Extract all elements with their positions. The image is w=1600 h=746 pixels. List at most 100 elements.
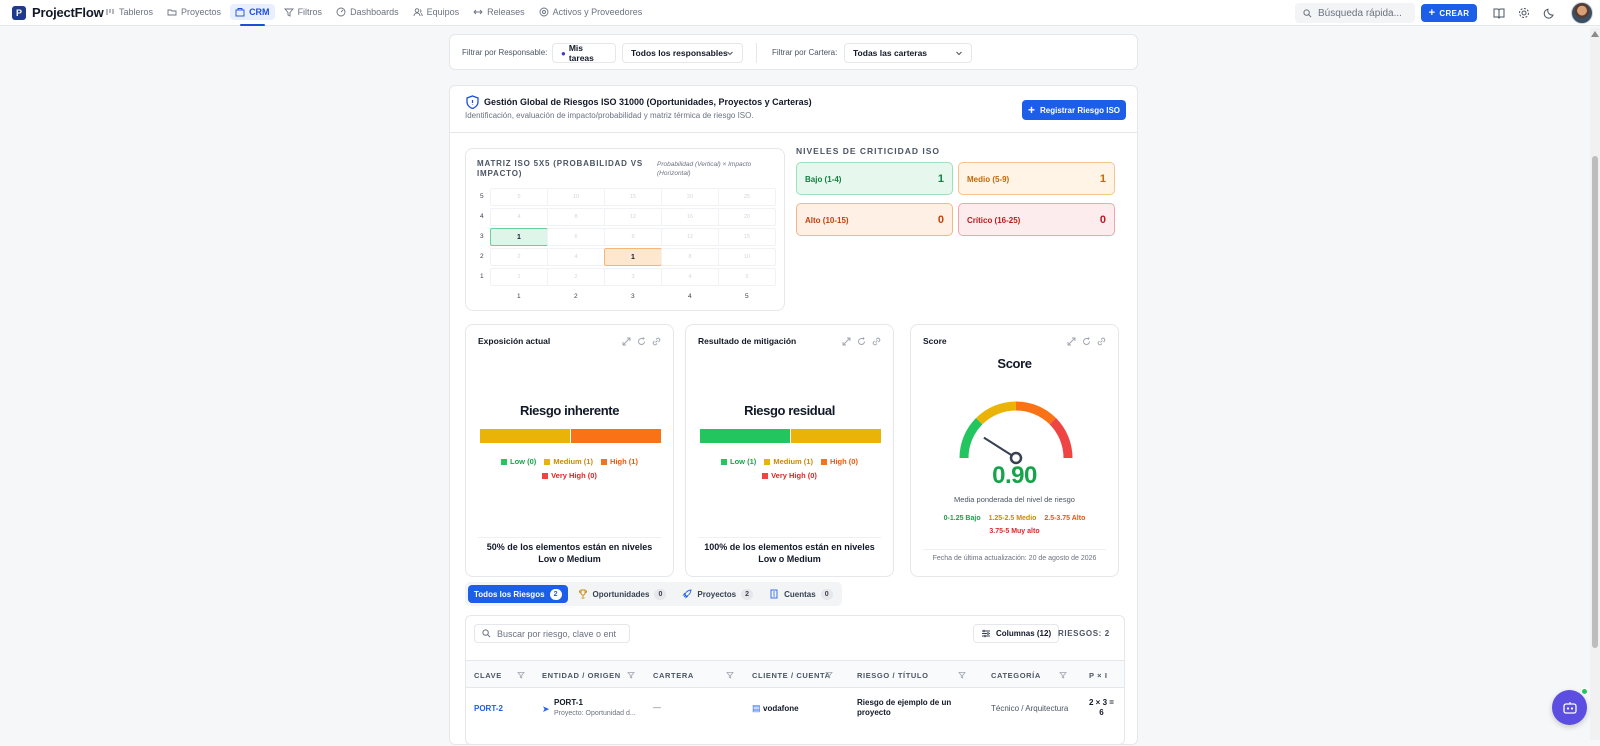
link-icon[interactable] (872, 337, 881, 346)
column-header-pxi[interactable]: P × I (1089, 671, 1108, 680)
column-header-entidad[interactable]: ENTIDAD / ORIGEN (542, 671, 621, 680)
matrix-cell[interactable]: 25 (718, 188, 776, 206)
column-header-cliente[interactable]: CLIENTE / CUENTA (752, 671, 831, 680)
matrix-cell[interactable]: 6 (547, 228, 605, 246)
refresh-icon[interactable] (857, 337, 866, 346)
column-filter-icon[interactable] (627, 671, 635, 679)
matrix-cell[interactable]: 10 (718, 248, 776, 266)
link-icon[interactable] (1097, 337, 1106, 346)
matrix-cell[interactable]: 2 (547, 268, 605, 286)
column-header-cartera[interactable]: CARTERA (653, 671, 694, 680)
link-icon[interactable] (652, 337, 661, 346)
nav-item-equipos[interactable]: Equipos (408, 4, 465, 20)
matrix-cell[interactable]: 12 (661, 228, 719, 246)
score-legend-low: 0-1.25 Bajo (943, 515, 981, 522)
matrix-cell[interactable]: 8 (547, 208, 605, 226)
column-filter-icon[interactable] (726, 671, 734, 679)
column-header-riesgo[interactable]: RIESGO / TÍTULO (857, 671, 929, 680)
entity-key[interactable]: PORT-1 (554, 698, 583, 707)
criticality-level-critico[interactable]: Crítico (16-25) 0 (958, 203, 1115, 236)
building-icon: ▤ (752, 703, 761, 713)
bar-segment-medium[interactable] (480, 429, 570, 443)
nav-item-crm[interactable]: CRM (230, 4, 275, 26)
gear-icon[interactable] (1517, 6, 1531, 20)
chevron-down-icon (956, 51, 962, 56)
moon-icon[interactable] (1543, 6, 1557, 20)
matrix-cell[interactable]: 10 (547, 188, 605, 206)
column-header-categoria[interactable]: CATEGORÍA (991, 671, 1041, 680)
column-filter-icon[interactable] (825, 671, 833, 679)
nav-item-dashboards[interactable]: Dashboards (331, 4, 404, 20)
assistant-bot-button[interactable] (1552, 690, 1587, 725)
nav-item-proyectos[interactable]: Proyectos (162, 4, 226, 20)
column-header-clave[interactable]: CLAVE (474, 671, 502, 680)
matrix-cell[interactable]: 20 (718, 208, 776, 226)
matrix-cell[interactable]: 8 (661, 248, 719, 266)
matrix-cell[interactable]: 16 (661, 208, 719, 226)
refresh-icon[interactable] (637, 337, 646, 346)
nav-item-activos[interactable]: Activos y Proveedores (534, 4, 648, 20)
page-scrollbar[interactable] (1590, 28, 1600, 740)
team-icon (413, 8, 423, 17)
expand-icon[interactable] (622, 337, 631, 346)
bar-segment-high[interactable] (571, 429, 661, 443)
matrix-cell[interactable]: 4 (490, 208, 548, 226)
matrix-cell[interactable]: 5 (490, 188, 548, 206)
responsable-select[interactable]: Todos los responsables (622, 43, 743, 63)
matrix-cell[interactable]: 15 (718, 228, 776, 246)
matrix-cell[interactable]: 2 (490, 248, 548, 266)
scroll-up-arrow-icon[interactable] (1591, 31, 1599, 37)
legend-item-low: Low (0) (501, 457, 536, 466)
widget-title: Resultado de mitigación (698, 336, 797, 346)
tab-proyectos[interactable]: Proyectos 2 (676, 585, 759, 603)
tab-oportunidades[interactable]: Oportunidades 0 (572, 585, 673, 603)
quick-search-input[interactable]: Búsqueda rápida... (1295, 3, 1415, 23)
create-button[interactable]: + CREAR (1421, 4, 1477, 22)
criticality-level-medio[interactable]: Medio (5-9) 1 (958, 162, 1115, 195)
nav-item-releases[interactable]: Releases (468, 4, 530, 20)
inherent-risk-widget: Exposición actual Riesgo inherente Low (… (465, 324, 674, 577)
my-tasks-button[interactable]: ● Mis tareas (552, 43, 616, 63)
criticality-level-bajo[interactable]: Bajo (1-4) 1 (796, 162, 953, 195)
expand-icon[interactable] (1067, 337, 1076, 346)
columns-button[interactable]: Columnas (12) (973, 624, 1060, 643)
register-risk-button[interactable]: + Registrar Riesgo ISO (1022, 100, 1126, 120)
tab-cuentas[interactable]: Cuentas 0 (763, 585, 839, 603)
matrix-cell[interactable]: 1 (604, 248, 662, 266)
bar-segment-medium[interactable] (791, 429, 881, 443)
filter-bar: Filtrar por Responsable: ● Mis tareas To… (449, 34, 1138, 70)
matrix-cell[interactable]: 5 (718, 268, 776, 286)
bar-segment-low[interactable] (700, 429, 790, 443)
matrix-cell[interactable]: 12 (604, 208, 662, 226)
register-risk-label: Registrar Riesgo ISO (1039, 105, 1121, 115)
matrix-cell[interactable]: 1 (490, 228, 548, 246)
legend-item-medium: Medium (1) (764, 457, 813, 466)
client-name[interactable]: vodafone (763, 704, 799, 713)
nav-item-tableros[interactable]: Tableros (100, 4, 158, 20)
column-filter-icon[interactable] (1059, 671, 1067, 679)
column-filter-icon[interactable] (958, 671, 966, 679)
book-icon[interactable] (1492, 6, 1506, 20)
matrix-cell[interactable]: 3 (604, 268, 662, 286)
risk-title[interactable]: Riesgo de ejemplo de un proyecto (857, 698, 957, 718)
scrollbar-thumb[interactable] (1592, 156, 1598, 648)
refresh-icon[interactable] (1082, 337, 1091, 346)
nav-item-filtros[interactable]: Filtros (279, 4, 328, 20)
risk-search-input[interactable]: Buscar por riesgo, clave o ent (474, 624, 630, 643)
matrix-cell[interactable]: 4 (547, 248, 605, 266)
tab-todos-riesgos[interactable]: Todos los Riesgos 2 (468, 585, 568, 603)
cartera-select[interactable]: Todas las carteras (844, 43, 972, 63)
user-avatar[interactable] (1571, 2, 1593, 24)
expand-icon[interactable] (842, 337, 851, 346)
matrix-cell[interactable]: 20 (661, 188, 719, 206)
risk-key-link[interactable]: PORT-2 (474, 704, 503, 713)
column-filter-icon[interactable] (517, 671, 525, 679)
criticality-level-alto[interactable]: Alto (10-15) 0 (796, 203, 953, 236)
matrix-cell[interactable]: 15 (604, 188, 662, 206)
matrix-row-label: 2 (480, 253, 484, 260)
matrix-cell[interactable]: 4 (661, 268, 719, 286)
entity-subtitle: Proyecto: Oportunidad d... (554, 710, 636, 717)
matrix-cell[interactable]: 9 (604, 228, 662, 246)
app-logo[interactable]: P ProjectFlow (12, 5, 104, 20)
matrix-cell[interactable]: 1 (490, 268, 548, 286)
